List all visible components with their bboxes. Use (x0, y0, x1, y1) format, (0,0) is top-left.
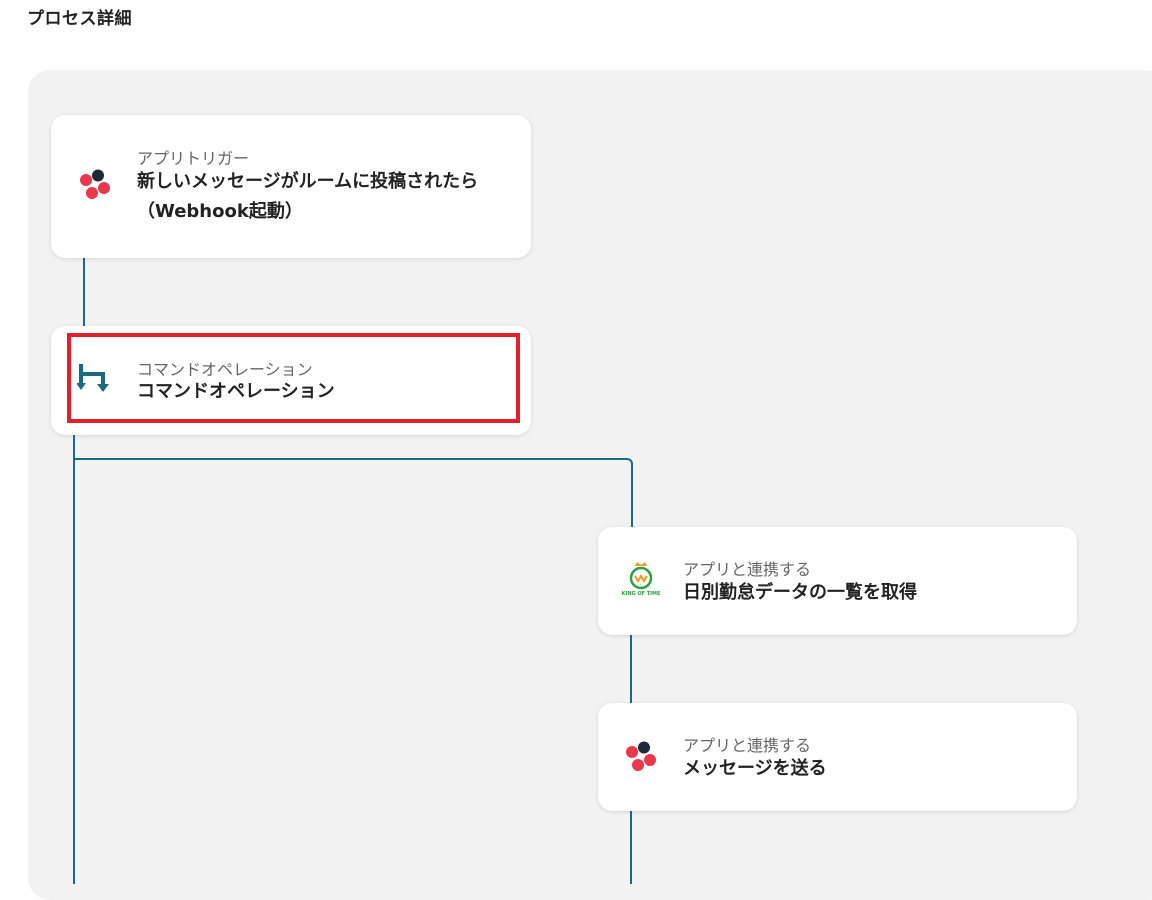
step-title: 日別勤怠データの一覧を取得 (683, 582, 917, 603)
page-title: プロセス詳細 (27, 9, 132, 29)
chatwork-icon (77, 167, 113, 203)
step-title: 新しいメッセージがルームに投稿されたら (137, 171, 479, 192)
step-card-send-message[interactable]: アプリと連携する メッセージを送る (598, 703, 1077, 811)
connector-line (73, 458, 625, 460)
step-type-label: アプリトリガー (137, 149, 250, 168)
connector-line (83, 258, 85, 328)
step-title: メッセージを送る (683, 758, 827, 779)
king-of-time-logo-text: KING OF TIME (621, 591, 661, 597)
connector-line (73, 434, 75, 884)
step-title-line2: （Webhook起動） (137, 201, 303, 222)
step-type-label: アプリと連携する (683, 560, 812, 579)
step-card-trigger[interactable]: アプリトリガー 新しいメッセージがルームに投稿されたら （Webhook起動） (51, 115, 531, 258)
chatwork-icon (623, 739, 659, 775)
connector-line (630, 811, 632, 884)
step-type-label: アプリと連携する (683, 736, 812, 755)
king-of-time-icon: KING OF TIME (622, 561, 660, 601)
highlight-box (67, 333, 520, 423)
step-card-get-attendance[interactable]: KING OF TIME アプリと連携する 日別勤怠データの一覧を取得 (598, 527, 1077, 635)
connector-line (630, 634, 632, 704)
connector-line (631, 466, 633, 528)
